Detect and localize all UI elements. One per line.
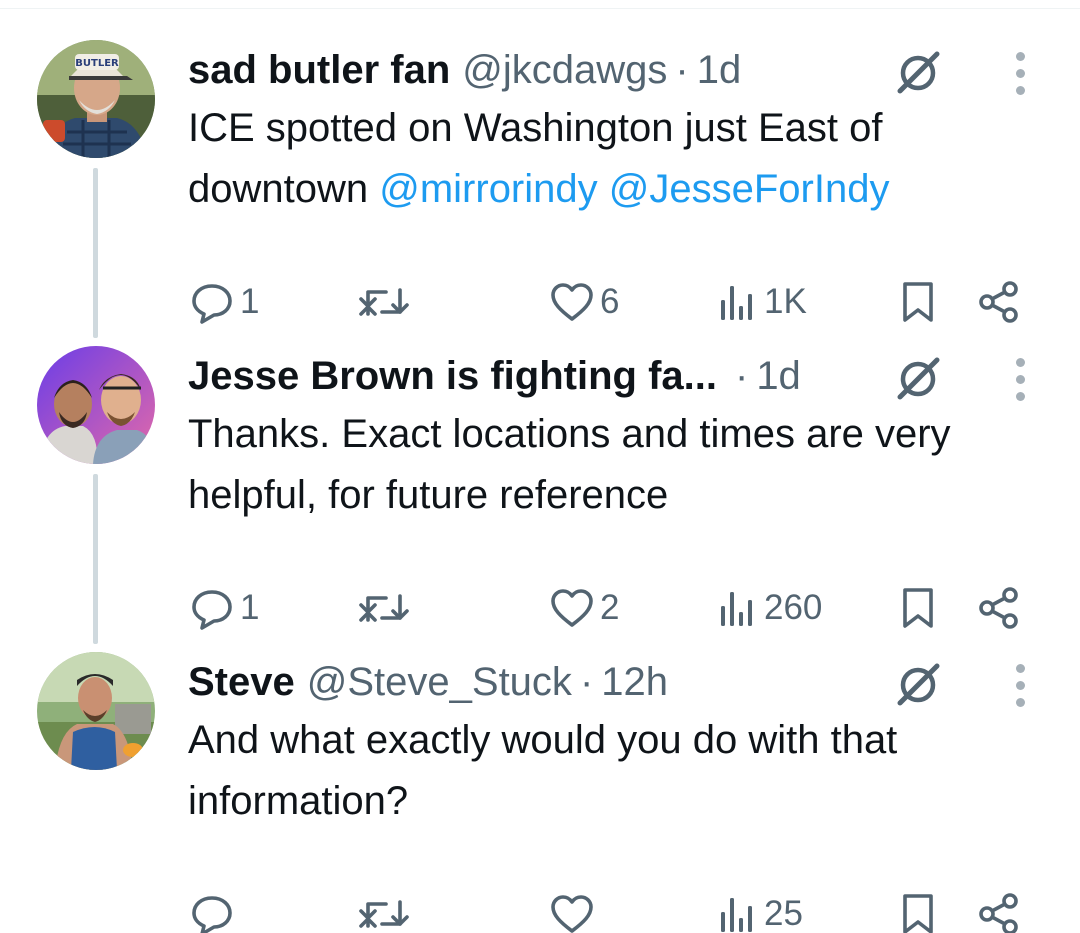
share-button[interactable] [975, 578, 1023, 638]
views-icon [721, 592, 752, 626]
reply-icon [192, 896, 232, 933]
reply-count: 1 [240, 282, 260, 321]
timestamp[interactable]: 1d [697, 48, 742, 93]
action-bar: 1 6 1K [188, 272, 1048, 332]
tweet-text: Thanks. Exact locations and times are ve… [188, 404, 1048, 526]
more-vertical-icon[interactable] [1003, 48, 1037, 98]
avatar-image [37, 346, 155, 464]
display-name[interactable]: Steve [188, 660, 295, 705]
like-count: 2 [600, 588, 620, 627]
views-button[interactable]: 1K [718, 272, 807, 332]
grok-icon[interactable] [893, 48, 943, 98]
like-button[interactable]: 2 [548, 578, 619, 638]
share-button[interactable] [975, 884, 1023, 933]
tweet-header: sad butler fan @jkcdawgs · 1d [188, 40, 741, 100]
share-icon [979, 587, 1018, 629]
share-icon [979, 893, 1018, 933]
tweet-text: And what exactly would you do with that … [188, 710, 1048, 832]
repost-button[interactable] [356, 884, 416, 933]
action-bar: 1 2 260 [188, 578, 1048, 638]
tweet-text: ICE spotted on Washington just East of d… [188, 98, 1048, 220]
avatar-image: BUTLER [37, 40, 155, 158]
reply-button[interactable]: 1 [188, 578, 259, 638]
repost-icon [359, 900, 409, 928]
bookmark-icon [903, 894, 933, 933]
user-handle[interactable]: @Steve_Stuck [307, 660, 572, 705]
bookmark-icon [903, 282, 933, 322]
avatar-image [37, 652, 155, 770]
reply-button[interactable] [188, 884, 240, 933]
views-count: 1K [764, 282, 807, 321]
more-vertical-icon[interactable] [1003, 660, 1037, 710]
heart-icon [551, 283, 593, 321]
separator-dot: · [675, 47, 689, 92]
views-count: 25 [764, 894, 803, 933]
views-button[interactable]: 25 [718, 884, 803, 933]
share-icon [979, 281, 1018, 323]
hat-logo-text: BUTLER [75, 58, 119, 69]
avatar[interactable] [37, 652, 155, 770]
avatar[interactable] [37, 346, 155, 464]
display-name[interactable]: sad butler fan [188, 48, 450, 93]
tweet-text-plain: And what exactly would you do with that … [188, 718, 898, 823]
action-bar: 25 [188, 884, 1048, 933]
bookmark-button[interactable] [898, 884, 938, 933]
heart-icon [551, 895, 593, 933]
reply-icon [192, 284, 232, 324]
repost-button[interactable] [356, 272, 416, 332]
like-count: 6 [600, 282, 620, 321]
separator-dot: · [734, 353, 749, 398]
views-icon [721, 898, 752, 932]
display-name[interactable]: Jesse Brown is fighting fa... [188, 354, 717, 399]
more-vertical-icon[interactable] [1003, 354, 1037, 404]
repost-button[interactable] [356, 578, 416, 638]
top-divider [0, 8, 1080, 9]
mention-link[interactable]: @mirrorindy [379, 167, 597, 211]
mention-link[interactable]: @JesseForIndy [609, 167, 890, 211]
reply-button[interactable]: 1 [188, 272, 259, 332]
repost-icon [359, 594, 409, 622]
repost-icon [359, 288, 409, 316]
tweet[interactable]: Steve @Steve_Stuck · 12h And what exactl… [0, 652, 1080, 933]
tweet-text-plain: Thanks. Exact locations and times are ve… [188, 412, 951, 517]
grok-icon[interactable] [893, 660, 943, 710]
views-icon [721, 286, 752, 320]
views-button[interactable]: 260 [718, 578, 822, 638]
timestamp[interactable]: 1d [756, 354, 801, 399]
tweet[interactable]: Jesse Brown is fighting fa... · 1d Thank… [0, 346, 1080, 652]
timestamp[interactable]: 12h [601, 660, 668, 705]
bookmark-icon [903, 588, 933, 628]
tweet-header: Jesse Brown is fighting fa... · 1d [188, 346, 801, 406]
tweet[interactable]: BUTLER sad butler fan @jkcdawgs · 1d ICE… [0, 40, 1080, 346]
like-button[interactable]: 6 [548, 272, 619, 332]
grok-icon[interactable] [893, 354, 943, 404]
user-handle[interactable]: @jkcdawgs [462, 48, 667, 93]
bookmark-button[interactable] [898, 272, 938, 332]
tweet-header: Steve @Steve_Stuck · 12h [188, 652, 668, 712]
bookmark-button[interactable] [898, 578, 938, 638]
views-count: 260 [764, 588, 823, 627]
heart-icon [551, 589, 593, 627]
avatar[interactable]: BUTLER [37, 40, 155, 158]
like-button[interactable] [548, 884, 600, 933]
reply-count: 1 [240, 588, 260, 627]
separator-dot: · [579, 659, 594, 704]
reply-icon [192, 590, 232, 630]
share-button[interactable] [975, 272, 1023, 332]
